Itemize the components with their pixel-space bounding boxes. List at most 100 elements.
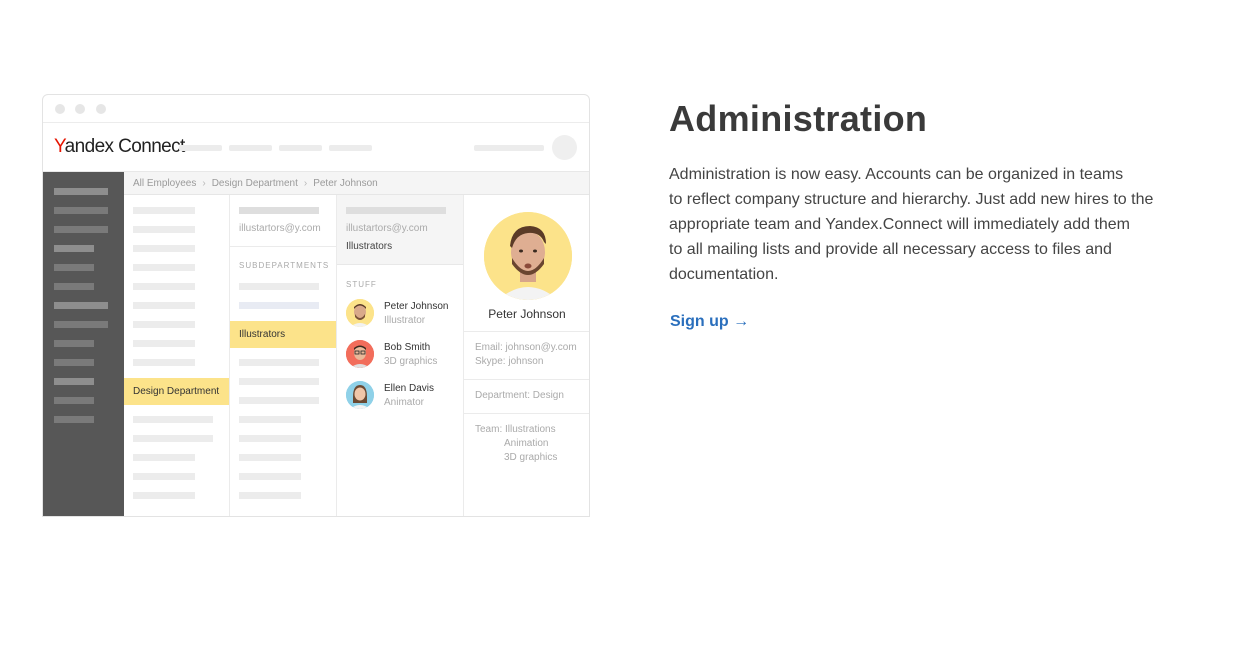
sidebar-item bbox=[54, 378, 94, 385]
description-line: to all mailing lists and provide all nec… bbox=[669, 241, 1112, 258]
staff-name: Ellen Davis bbox=[384, 383, 435, 394]
window-dot-icon bbox=[55, 104, 65, 114]
sidebar-item bbox=[54, 397, 94, 404]
app-preview-window: Yandex Connect All Employees › Design Depa… bbox=[42, 94, 590, 517]
list-item bbox=[133, 359, 195, 366]
list-item bbox=[133, 340, 195, 347]
nav-placeholder bbox=[329, 145, 372, 151]
list-item bbox=[133, 302, 195, 309]
departments-column: Design Department bbox=[124, 195, 230, 516]
staff-role: 3D graphics bbox=[384, 356, 438, 367]
staff-item: Ellen Davis Animator bbox=[346, 381, 464, 413]
profile-team-label: Team: Illustrations bbox=[475, 424, 556, 435]
list-item bbox=[133, 435, 213, 442]
nav-placeholder bbox=[279, 145, 322, 151]
person-icon bbox=[484, 212, 572, 300]
person-icon bbox=[346, 381, 374, 409]
profile-contacts: Email: johnson@y.com Skype: johnson bbox=[475, 341, 577, 369]
list-item bbox=[133, 264, 195, 271]
staff-column: illustartors@y.com Illustrators STUFF Pe… bbox=[337, 195, 464, 516]
profile-team: Team: Illustrations Animation 3D graphic… bbox=[475, 423, 557, 465]
list-item bbox=[239, 378, 319, 385]
list-item bbox=[239, 454, 301, 461]
staff-name: Bob Smith bbox=[384, 342, 431, 353]
app-header: Yandex Connect bbox=[43, 124, 589, 172]
nav-placeholder bbox=[179, 145, 222, 151]
avatar bbox=[346, 381, 374, 409]
window-dot-icon bbox=[75, 104, 85, 114]
list-item bbox=[239, 283, 319, 290]
sidebar-item bbox=[54, 359, 94, 366]
team-name: Illustrators bbox=[346, 241, 393, 252]
description-line: to reflect company structure and hierarc… bbox=[669, 191, 1154, 208]
avatar bbox=[346, 340, 374, 368]
staff-name: Peter Johnson bbox=[384, 301, 449, 312]
section-heading: Administration bbox=[669, 98, 928, 139]
divider bbox=[464, 413, 589, 414]
window-dot-icon bbox=[96, 104, 106, 114]
user-avatar-icon bbox=[552, 135, 577, 160]
nav-placeholder bbox=[229, 145, 272, 151]
list-item bbox=[239, 492, 301, 499]
subdepartments-column: illustartors@y.com SUBDEPARTMENTS Illust… bbox=[230, 195, 337, 516]
team-header: illustartors@y.com Illustrators bbox=[337, 195, 463, 265]
search-placeholder bbox=[474, 145, 544, 151]
profile-department: Department: Design bbox=[475, 390, 564, 401]
avatar bbox=[346, 299, 374, 327]
staff-role: Illustrator bbox=[384, 315, 426, 326]
list-item bbox=[239, 416, 301, 423]
section-description: Administration is now easy. Accounts can… bbox=[669, 162, 1209, 287]
sidebar-item bbox=[54, 340, 94, 347]
divider bbox=[464, 379, 589, 380]
sidebar-item bbox=[54, 416, 94, 423]
list-item bbox=[133, 207, 195, 214]
list-item bbox=[239, 359, 319, 366]
description-line: appropriate team and Yandex.Connect will… bbox=[669, 216, 1130, 233]
team-email: illustartors@y.com bbox=[346, 223, 428, 234]
department-email: illustartors@y.com bbox=[239, 223, 321, 234]
breadcrumb: All Employees › Design Department › Peter Jo… bbox=[124, 172, 589, 195]
list-item bbox=[239, 302, 319, 309]
list-item bbox=[133, 492, 195, 499]
breadcrumb-item: Peter Johnson bbox=[313, 178, 378, 189]
list-item bbox=[133, 416, 213, 423]
staff-item: Peter Johnson Illustrator bbox=[346, 299, 464, 331]
list-item bbox=[133, 283, 195, 290]
window-titlebar bbox=[43, 95, 589, 123]
sidebar-item bbox=[54, 321, 108, 328]
breadcrumb-item: Design Department bbox=[211, 178, 298, 189]
staff-heading: STUFF bbox=[346, 280, 377, 289]
list-item bbox=[239, 473, 301, 480]
list-item bbox=[239, 397, 319, 404]
profile-column: Peter Johnson Email: johnson@y.com Skype… bbox=[464, 195, 589, 516]
profile-skype: Skype: johnson bbox=[475, 356, 544, 367]
person-icon bbox=[346, 299, 374, 327]
breadcrumb-item: All Employees bbox=[133, 178, 197, 189]
department-title-placeholder bbox=[239, 207, 319, 214]
profile-avatar bbox=[484, 212, 572, 300]
profile-name: Peter Johnson bbox=[488, 307, 566, 321]
sidebar-item bbox=[54, 264, 94, 271]
sign-up-link[interactable]: Sign up → bbox=[670, 313, 749, 331]
person-icon bbox=[346, 340, 374, 368]
selected-department: Design Department bbox=[124, 378, 229, 405]
divider bbox=[464, 331, 589, 332]
list-item bbox=[133, 321, 195, 328]
list-item bbox=[239, 435, 301, 442]
list-item bbox=[133, 454, 195, 461]
sidebar-item bbox=[54, 207, 108, 214]
list-item bbox=[133, 226, 195, 233]
list-item bbox=[133, 245, 195, 252]
selected-subdepartment: Illustrators bbox=[230, 321, 336, 348]
sidebar bbox=[43, 172, 124, 516]
sidebar-item bbox=[54, 245, 94, 252]
subdepartments-heading: SUBDEPARTMENTS bbox=[239, 261, 330, 270]
sidebar-item bbox=[54, 188, 108, 195]
profile-team-item: Animation bbox=[504, 438, 549, 449]
chevron-right-icon: › bbox=[303, 178, 308, 189]
divider bbox=[230, 246, 336, 247]
description-line: Administration is now easy. Accounts can… bbox=[669, 166, 1124, 183]
team-title-placeholder bbox=[346, 207, 446, 214]
sidebar-item bbox=[54, 226, 108, 233]
yandex-connect-logo: Yandex Connect bbox=[54, 136, 185, 157]
